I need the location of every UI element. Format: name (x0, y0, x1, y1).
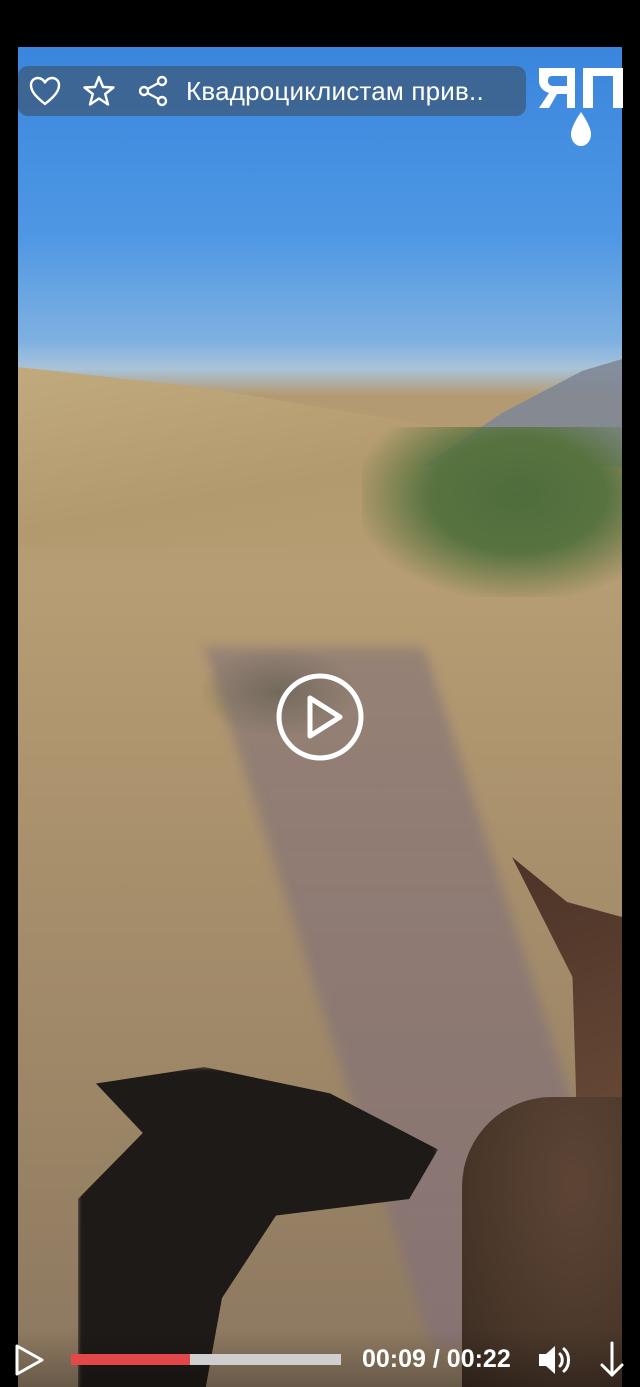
star-icon[interactable] (78, 70, 120, 112)
share-icon[interactable] (132, 70, 174, 112)
play-icon[interactable] (8, 1340, 48, 1380)
progress-bar[interactable] (71, 1354, 341, 1365)
time-display: 00:09 / 00:22 (362, 1345, 511, 1374)
download-icon[interactable] (596, 1340, 628, 1380)
duration: 00:22 (446, 1345, 511, 1373)
current-time: 00:09 (362, 1345, 426, 1373)
video-title[interactable]: Квадроциклистам прив.. (186, 76, 526, 107)
player-controls: 00:09 / 00:22 (0, 1330, 640, 1387)
volume-icon[interactable] (536, 1342, 576, 1378)
play-circle-icon[interactable] (275, 672, 365, 762)
channel-logo[interactable] (537, 64, 627, 154)
progress-played (71, 1354, 190, 1365)
heart-icon[interactable] (24, 70, 66, 112)
video-top-bar: Квадроциклистам прив.. (18, 66, 526, 116)
player-frame: Квадроциклистам прив.. 00:09 / 00:22 (0, 0, 640, 1387)
trees (362, 427, 622, 597)
time-separator: / (425, 1345, 447, 1373)
